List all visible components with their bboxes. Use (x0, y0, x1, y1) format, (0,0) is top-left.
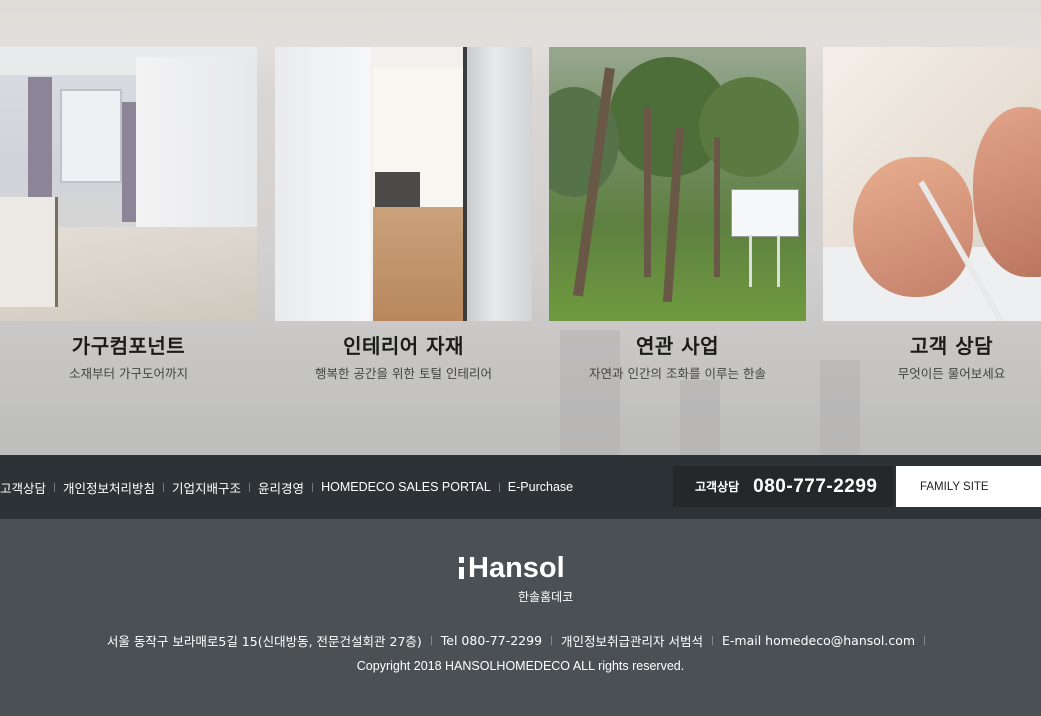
logo-mark-icon (459, 557, 464, 579)
card-title[interactable]: 가구컴포넌트 (0, 330, 257, 359)
link-e-purchase[interactable]: E-Purchase (508, 480, 573, 494)
divider (312, 482, 314, 492)
background-building (680, 380, 720, 455)
card-customer-consult[interactable]: 고객 상담 무엇이든 물어보세요 (823, 47, 1041, 382)
card-title[interactable]: 고객 상담 (823, 330, 1041, 359)
footer-nav-bar: 고객상담 개인정보처리방침 기업지배구조 윤리경영 HOMEDECO SALES… (0, 455, 1041, 519)
link-privacy-policy[interactable]: 개인정보처리방침 (63, 478, 155, 497)
address: 서울 동작구 보라매로5길 15(신대방동, 전문건설회관 27층) (106, 634, 422, 649)
logo-text: Hansol (468, 551, 565, 584)
customer-phone-box: 고객상담 080-777-2299 (673, 466, 893, 507)
card-title[interactable]: 연관 사업 (549, 330, 806, 359)
phone-label: 고객상담 (695, 480, 740, 494)
business-section: 가구컴포넌트 소재부터 가구도어까지 인테리어 자재 행복한 공간을 위한 토털… (0, 0, 1041, 455)
card-interior-material[interactable]: 인테리어 자재 행복한 공간을 위한 토털 인테리어 (275, 47, 532, 382)
card-title[interactable]: 인테리어 자재 (275, 330, 532, 359)
phone-number: 080-777-2299 (753, 475, 878, 497)
footer: Hansol 한솔홈데코 서울 동작구 보라매로5길 15(신대방동, 전문건설… (0, 519, 1041, 716)
company-info: 서울 동작구 보라매로5길 15(신대방동, 전문건설회관 27층) Tel 0… (0, 631, 1041, 650)
link-ethics-management[interactable]: 윤리경영 (258, 478, 304, 497)
card-furniture-component[interactable]: 가구컴포넌트 소재부터 가구도어까지 (0, 47, 257, 382)
divider (551, 636, 553, 645)
family-site-label: FAMILY SITE (920, 480, 989, 493)
copyright: Copyright 2018 HANSOLHOMEDECO ALL rights… (356, 659, 685, 673)
card-subtitle: 소재부터 가구도어까지 (69, 366, 188, 381)
divider (54, 482, 56, 492)
furniture-room-image[interactable] (0, 47, 257, 321)
divider (163, 482, 165, 492)
family-site-select[interactable]: FAMILY SITE (896, 466, 1041, 507)
link-corporate-governance[interactable]: 기업지배구조 (172, 478, 241, 497)
hansol-logo: Hansol (459, 551, 589, 584)
divider (430, 636, 432, 645)
logo-subtitle: 한솔홈데코 (518, 590, 574, 604)
divider (924, 636, 926, 645)
divider (249, 482, 251, 492)
divider (498, 482, 500, 492)
link-customer-consult[interactable]: 고객상담 (0, 478, 46, 497)
footer-links: 고객상담 개인정보처리방침 기업지배구조 윤리경영 HOMEDECO SALES… (0, 455, 573, 519)
divider (712, 636, 714, 645)
card-subtitle: 무엇이든 물어보세요 (897, 366, 1006, 381)
consult-hand-image[interactable] (823, 47, 1041, 321)
interior-image[interactable] (275, 47, 532, 321)
card-related-business[interactable]: 연관 사업 자연과 인간의 조화를 이루는 한솔 (549, 47, 806, 382)
card-subtitle: 자연과 인간의 조화를 이루는 한솔 (589, 366, 766, 381)
email: E-mail homedeco@hansol.com (722, 633, 916, 648)
telephone: Tel 080-77-2299 (440, 633, 543, 648)
forest-image[interactable] (549, 47, 806, 321)
link-sales-portal[interactable]: HOMEDECO SALES PORTAL (321, 480, 491, 494)
privacy-officer: 개인정보취급관리자 서범석 (561, 634, 704, 649)
card-subtitle: 행복한 공간을 위한 토털 인테리어 (315, 366, 492, 381)
